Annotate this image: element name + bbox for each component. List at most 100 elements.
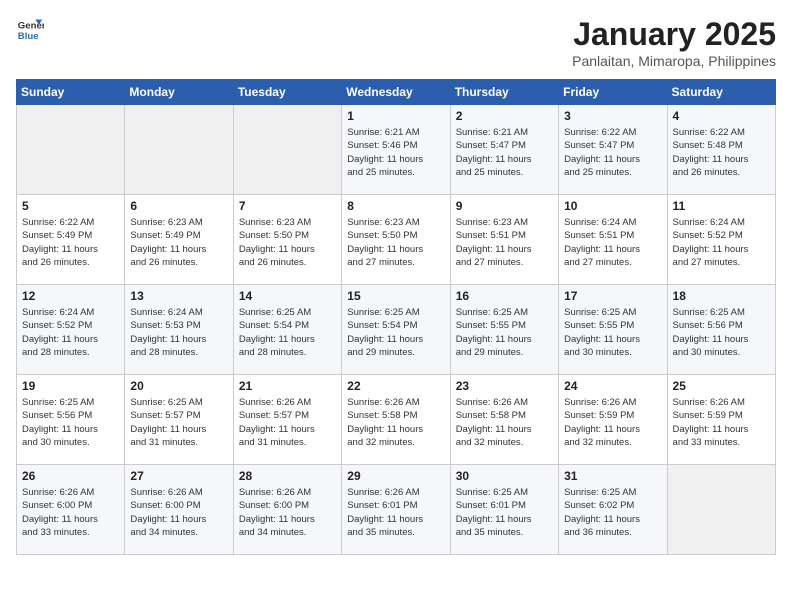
day-number: 24 [564, 379, 661, 393]
calendar-cell: 27 Sunrise: 6:26 AM Sunset: 6:00 PM Dayli… [125, 465, 233, 555]
weekday-header: Monday [125, 80, 233, 105]
calendar-cell: 9 Sunrise: 6:23 AM Sunset: 5:51 PM Daylig… [450, 195, 558, 285]
day-info: Sunrise: 6:24 AM Sunset: 5:52 PM Dayligh… [22, 306, 119, 359]
calendar-cell: 30Sunrise: 6:25 AM Sunset: 6:01 PM Dayli… [450, 465, 558, 555]
calendar-cell: 28 Sunrise: 6:26 AM Sunset: 6:00 PM Dayli… [233, 465, 341, 555]
title-block: January 2025 Panlaitan, Mimaropa, Philip… [572, 16, 776, 69]
day-number: 9 [456, 199, 553, 213]
day-number: 22 [347, 379, 444, 393]
calendar-body: 1 Sunrise: 6:21 AM Sunset: 5:46 PM Daylig… [17, 105, 776, 555]
calendar-cell: 22 Sunrise: 6:26 AM Sunset: 5:58 PM Dayli… [342, 375, 450, 465]
day-info: Sunrise: 6:25 AM Sunset: 5:56 PM Dayligh… [22, 396, 119, 449]
calendar-cell: 10 Sunrise: 6:24 AM Sunset: 5:51 PM Dayli… [559, 195, 667, 285]
weekday-header: Thursday [450, 80, 558, 105]
day-info: Sunrise: 6:23 AM Sunset: 5:50 PM Dayligh… [347, 216, 444, 269]
day-info: Sunrise: 6:22 AM Sunset: 5:49 PM Dayligh… [22, 216, 119, 269]
day-info: Sunrise: 6:25 AM Sunset: 6:01 PM Dayligh… [456, 486, 553, 539]
calendar-cell [125, 105, 233, 195]
day-info: Sunrise: 6:23 AM Sunset: 5:51 PM Dayligh… [456, 216, 553, 269]
calendar-cell [17, 105, 125, 195]
day-number: 31 [564, 469, 661, 483]
day-number: 14 [239, 289, 336, 303]
calendar-cell [233, 105, 341, 195]
logo: General Blue [16, 16, 44, 44]
day-info: Sunrise: 6:25 AM Sunset: 5:54 PM Dayligh… [239, 306, 336, 359]
location: Panlaitan, Mimaropa, Philippines [572, 53, 776, 69]
calendar-cell: 21Sunrise: 6:26 AM Sunset: 5:57 PM Dayli… [233, 375, 341, 465]
day-info: Sunrise: 6:23 AM Sunset: 5:50 PM Dayligh… [239, 216, 336, 269]
day-number: 16 [456, 289, 553, 303]
calendar-cell: 14 Sunrise: 6:25 AM Sunset: 5:54 PM Dayli… [233, 285, 341, 375]
weekday-header: Friday [559, 80, 667, 105]
day-number: 20 [130, 379, 227, 393]
day-number: 10 [564, 199, 661, 213]
calendar-cell: 20 Sunrise: 6:25 AM Sunset: 5:57 PM Dayli… [125, 375, 233, 465]
calendar-cell [667, 465, 775, 555]
day-info: Sunrise: 6:26 AM Sunset: 6:00 PM Dayligh… [130, 486, 227, 539]
calendar-cell: 3 Sunrise: 6:22 AM Sunset: 5:47 PM Daylig… [559, 105, 667, 195]
calendar-cell: 25 Sunrise: 6:26 AM Sunset: 5:59 PM Dayli… [667, 375, 775, 465]
day-info: Sunrise: 6:22 AM Sunset: 5:48 PM Dayligh… [673, 126, 770, 179]
day-info: Sunrise: 6:25 AM Sunset: 5:54 PM Dayligh… [347, 306, 444, 359]
calendar-cell: 31 Sunrise: 6:25 AM Sunset: 6:02 PM Dayli… [559, 465, 667, 555]
calendar-header-row: SundayMondayTuesdayWednesdayThursdayFrid… [17, 80, 776, 105]
day-number: 8 [347, 199, 444, 213]
calendar-cell: 29Sunrise: 6:26 AM Sunset: 6:01 PM Dayli… [342, 465, 450, 555]
day-info: Sunrise: 6:25 AM Sunset: 5:55 PM Dayligh… [456, 306, 553, 359]
day-number: 5 [22, 199, 119, 213]
day-info: Sunrise: 6:22 AM Sunset: 5:47 PM Dayligh… [564, 126, 661, 179]
day-number: 15 [347, 289, 444, 303]
day-info: Sunrise: 6:24 AM Sunset: 5:53 PM Dayligh… [130, 306, 227, 359]
day-info: Sunrise: 6:24 AM Sunset: 5:51 PM Dayligh… [564, 216, 661, 269]
day-number: 26 [22, 469, 119, 483]
weekday-header: Tuesday [233, 80, 341, 105]
day-number: 1 [347, 109, 444, 123]
calendar-week-row: 19 Sunrise: 6:25 AM Sunset: 5:56 PM Dayli… [17, 375, 776, 465]
day-number: 28 [239, 469, 336, 483]
calendar-week-row: 5 Sunrise: 6:22 AM Sunset: 5:49 PM Daylig… [17, 195, 776, 285]
day-info: Sunrise: 6:26 AM Sunset: 6:00 PM Dayligh… [239, 486, 336, 539]
day-number: 19 [22, 379, 119, 393]
calendar-cell: 2Sunrise: 6:21 AM Sunset: 5:47 PM Daylig… [450, 105, 558, 195]
month-title: January 2025 [572, 16, 776, 53]
day-number: 4 [673, 109, 770, 123]
day-info: Sunrise: 6:26 AM Sunset: 6:00 PM Dayligh… [22, 486, 119, 539]
day-info: Sunrise: 6:26 AM Sunset: 5:58 PM Dayligh… [347, 396, 444, 449]
day-number: 7 [239, 199, 336, 213]
day-info: Sunrise: 6:25 AM Sunset: 5:57 PM Dayligh… [130, 396, 227, 449]
day-info: Sunrise: 6:26 AM Sunset: 5:57 PM Dayligh… [239, 396, 336, 449]
day-info: Sunrise: 6:21 AM Sunset: 5:47 PM Dayligh… [456, 126, 553, 179]
page-header: General Blue January 2025 Panlaitan, Mim… [16, 16, 776, 69]
day-number: 13 [130, 289, 227, 303]
calendar-cell: 26 Sunrise: 6:26 AM Sunset: 6:00 PM Dayli… [17, 465, 125, 555]
calendar-cell: 7 Sunrise: 6:23 AM Sunset: 5:50 PM Daylig… [233, 195, 341, 285]
day-number: 23 [456, 379, 553, 393]
day-info: Sunrise: 6:26 AM Sunset: 5:58 PM Dayligh… [456, 396, 553, 449]
day-info: Sunrise: 6:26 AM Sunset: 5:59 PM Dayligh… [673, 396, 770, 449]
logo-icon: General Blue [16, 16, 44, 44]
calendar-cell: 17Sunrise: 6:25 AM Sunset: 5:55 PM Dayli… [559, 285, 667, 375]
day-info: Sunrise: 6:24 AM Sunset: 5:52 PM Dayligh… [673, 216, 770, 269]
weekday-header: Wednesday [342, 80, 450, 105]
calendar-cell: 12Sunrise: 6:24 AM Sunset: 5:52 PM Dayli… [17, 285, 125, 375]
day-info: Sunrise: 6:23 AM Sunset: 5:49 PM Dayligh… [130, 216, 227, 269]
svg-text:Blue: Blue [18, 31, 39, 42]
day-info: Sunrise: 6:25 AM Sunset: 6:02 PM Dayligh… [564, 486, 661, 539]
calendar-cell: 1 Sunrise: 6:21 AM Sunset: 5:46 PM Daylig… [342, 105, 450, 195]
day-info: Sunrise: 6:25 AM Sunset: 5:55 PM Dayligh… [564, 306, 661, 359]
day-number: 29 [347, 469, 444, 483]
calendar-cell: 11 Sunrise: 6:24 AM Sunset: 5:52 PM Dayli… [667, 195, 775, 285]
day-number: 3 [564, 109, 661, 123]
day-number: 11 [673, 199, 770, 213]
day-info: Sunrise: 6:25 AM Sunset: 5:56 PM Dayligh… [673, 306, 770, 359]
day-number: 18 [673, 289, 770, 303]
weekday-header: Saturday [667, 80, 775, 105]
calendar-cell: 8 Sunrise: 6:23 AM Sunset: 5:50 PM Daylig… [342, 195, 450, 285]
calendar-cell: 19 Sunrise: 6:25 AM Sunset: 5:56 PM Dayli… [17, 375, 125, 465]
day-number: 27 [130, 469, 227, 483]
calendar-week-row: 1 Sunrise: 6:21 AM Sunset: 5:46 PM Daylig… [17, 105, 776, 195]
day-info: Sunrise: 6:21 AM Sunset: 5:46 PM Dayligh… [347, 126, 444, 179]
calendar-cell: 18 Sunrise: 6:25 AM Sunset: 5:56 PM Dayli… [667, 285, 775, 375]
day-number: 25 [673, 379, 770, 393]
day-info: Sunrise: 6:26 AM Sunset: 5:59 PM Dayligh… [564, 396, 661, 449]
